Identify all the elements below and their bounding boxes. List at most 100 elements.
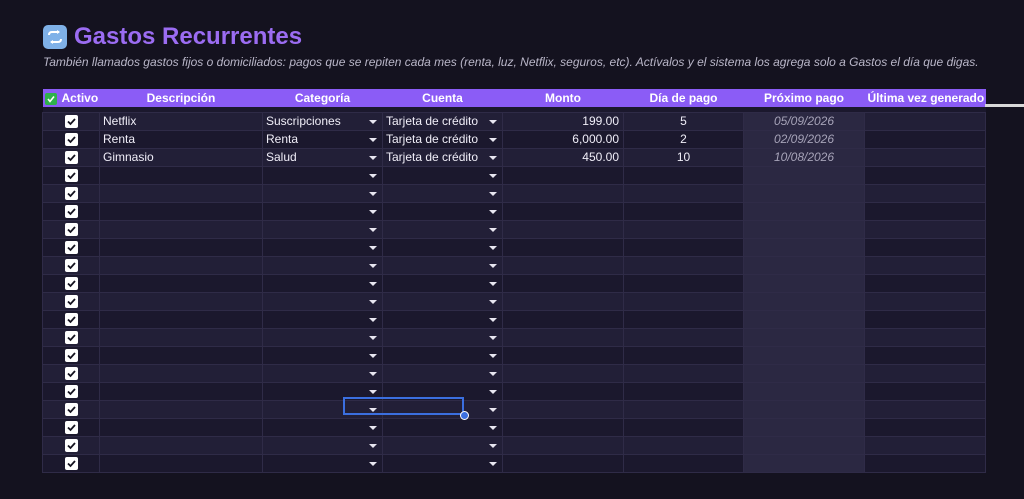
categoria-cell[interactable]: [262, 201, 383, 221]
dropdown-arrow-icon[interactable]: [369, 209, 377, 214]
monto-cell[interactable]: [502, 327, 624, 347]
active-cell[interactable]: [42, 273, 100, 293]
dia-pago-cell[interactable]: [623, 237, 744, 257]
monto-cell[interactable]: 199.00: [502, 111, 624, 131]
dropdown-arrow-icon[interactable]: [489, 155, 497, 160]
active-cell[interactable]: [42, 363, 100, 383]
dropdown-arrow-icon[interactable]: [369, 335, 377, 340]
dia-pago-cell[interactable]: 10: [623, 147, 744, 167]
dropdown-arrow-icon[interactable]: [369, 191, 377, 196]
monto-cell[interactable]: [502, 291, 624, 311]
cuenta-cell[interactable]: [382, 363, 503, 383]
column-header-dia-pago[interactable]: Día de pago: [623, 89, 744, 107]
dia-pago-cell[interactable]: [623, 363, 744, 383]
dia-pago-cell[interactable]: [623, 453, 744, 473]
dia-pago-cell[interactable]: 2: [623, 129, 744, 149]
descripcion-cell[interactable]: [99, 237, 263, 257]
descripcion-cell[interactable]: [99, 417, 263, 437]
dropdown-arrow-icon[interactable]: [369, 119, 377, 124]
dropdown-arrow-icon[interactable]: [369, 155, 377, 160]
dia-pago-cell[interactable]: [623, 291, 744, 311]
dropdown-arrow-icon[interactable]: [489, 173, 497, 178]
categoria-cell[interactable]: Suscripciones: [262, 111, 383, 131]
cuenta-cell[interactable]: [382, 309, 503, 329]
descripcion-cell[interactable]: [99, 165, 263, 185]
dia-pago-cell[interactable]: [623, 345, 744, 365]
dropdown-arrow-icon[interactable]: [489, 389, 497, 394]
descripcion-cell[interactable]: [99, 399, 263, 419]
column-header-ultima-vez[interactable]: Última vez generado: [864, 89, 986, 107]
monto-cell[interactable]: [502, 309, 624, 329]
dropdown-arrow-icon[interactable]: [489, 227, 497, 232]
descripcion-cell[interactable]: [99, 255, 263, 275]
monto-cell[interactable]: [502, 363, 624, 383]
active-cell[interactable]: [42, 399, 100, 419]
column-header-monto[interactable]: Monto: [502, 89, 624, 107]
active-cell[interactable]: [42, 327, 100, 347]
dropdown-arrow-icon[interactable]: [369, 227, 377, 232]
cuenta-cell[interactable]: [382, 165, 503, 185]
active-cell[interactable]: [42, 183, 100, 203]
categoria-cell[interactable]: [262, 165, 383, 185]
cuenta-cell[interactable]: [382, 219, 503, 239]
monto-cell[interactable]: [502, 201, 624, 221]
active-checkbox[interactable]: [64, 330, 78, 344]
active-cell[interactable]: [42, 291, 100, 311]
dia-pago-cell[interactable]: [623, 327, 744, 347]
cuenta-cell[interactable]: [382, 255, 503, 275]
cuenta-cell[interactable]: [382, 237, 503, 257]
active-cell[interactable]: [42, 345, 100, 365]
active-cell[interactable]: [42, 237, 100, 257]
dropdown-arrow-icon[interactable]: [369, 443, 377, 448]
active-checkbox[interactable]: [64, 204, 78, 218]
dropdown-arrow-icon[interactable]: [369, 353, 377, 358]
descripcion-cell[interactable]: Gimnasio: [99, 147, 263, 167]
dia-pago-cell[interactable]: [623, 399, 744, 419]
dia-pago-cell[interactable]: [623, 435, 744, 455]
categoria-cell[interactable]: [262, 363, 383, 383]
dropdown-arrow-icon[interactable]: [369, 425, 377, 430]
descripcion-cell[interactable]: [99, 327, 263, 347]
descripcion-cell[interactable]: [99, 381, 263, 401]
column-header-cuenta[interactable]: Cuenta: [382, 89, 503, 107]
active-cell[interactable]: [42, 201, 100, 221]
active-checkbox[interactable]: [64, 168, 78, 182]
categoria-cell[interactable]: [262, 435, 383, 455]
active-cell[interactable]: [42, 417, 100, 437]
dia-pago-cell[interactable]: [623, 309, 744, 329]
descripcion-cell[interactable]: [99, 363, 263, 383]
active-checkbox[interactable]: [64, 456, 78, 470]
categoria-cell[interactable]: [262, 183, 383, 203]
monto-cell[interactable]: 6,000.00: [502, 129, 624, 149]
dropdown-arrow-icon[interactable]: [369, 317, 377, 322]
monto-cell[interactable]: [502, 237, 624, 257]
active-checkbox[interactable]: [64, 186, 78, 200]
active-cell[interactable]: [42, 309, 100, 329]
descripcion-cell[interactable]: [99, 453, 263, 473]
monto-cell[interactable]: [502, 417, 624, 437]
descripcion-cell[interactable]: [99, 345, 263, 365]
active-cell[interactable]: [42, 381, 100, 401]
categoria-cell[interactable]: [262, 291, 383, 311]
descripcion-cell[interactable]: [99, 291, 263, 311]
cuenta-cell[interactable]: [382, 327, 503, 347]
dropdown-arrow-icon[interactable]: [369, 389, 377, 394]
active-cell[interactable]: [42, 453, 100, 473]
monto-cell[interactable]: [502, 273, 624, 293]
dia-pago-cell[interactable]: [623, 183, 744, 203]
categoria-cell[interactable]: Renta: [262, 129, 383, 149]
active-cell[interactable]: [42, 165, 100, 185]
categoria-cell[interactable]: [262, 273, 383, 293]
monto-cell[interactable]: [502, 435, 624, 455]
active-checkbox[interactable]: [64, 222, 78, 236]
dropdown-arrow-icon[interactable]: [369, 461, 377, 466]
monto-cell[interactable]: [502, 255, 624, 275]
dropdown-arrow-icon[interactable]: [489, 119, 497, 124]
active-cell[interactable]: [42, 435, 100, 455]
dropdown-arrow-icon[interactable]: [489, 299, 497, 304]
dia-pago-cell[interactable]: [623, 219, 744, 239]
descripcion-cell[interactable]: [99, 201, 263, 221]
active-cell[interactable]: [42, 147, 100, 167]
monto-cell[interactable]: [502, 345, 624, 365]
dropdown-arrow-icon[interactable]: [489, 461, 497, 466]
